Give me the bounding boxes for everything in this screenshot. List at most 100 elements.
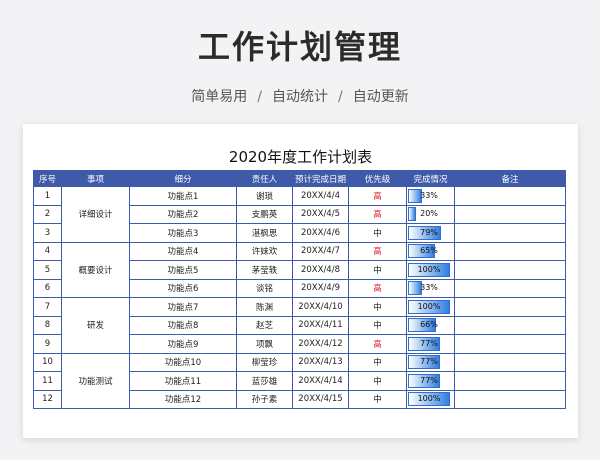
cell-date[interactable]: 20XX/4/9 xyxy=(292,278,349,298)
cell-priority[interactable]: 高 xyxy=(348,204,407,224)
cell-no[interactable]: 4 xyxy=(33,241,62,261)
cell-detail[interactable]: 功能点8 xyxy=(129,315,237,335)
progress-bar: 100% xyxy=(408,262,450,277)
cell-owner[interactable]: 许妹欢 xyxy=(236,241,293,261)
cell-note[interactable] xyxy=(454,204,566,224)
cell-priority[interactable]: 中 xyxy=(348,371,407,391)
cell-note[interactable] xyxy=(454,186,566,206)
cell-no[interactable]: 6 xyxy=(33,278,62,298)
cell-priority[interactable]: 中 xyxy=(348,260,407,280)
cell-owner[interactable]: 项飘 xyxy=(236,334,293,354)
cell-note[interactable] xyxy=(454,278,566,298)
cell-no[interactable]: 7 xyxy=(33,297,62,317)
cell-no[interactable]: 3 xyxy=(33,223,62,243)
cell-owner[interactable]: 谢琐 xyxy=(236,186,293,206)
cell-progress[interactable]: 65% xyxy=(406,241,455,261)
cell-no[interactable]: 2 xyxy=(33,204,62,224)
cell-note[interactable] xyxy=(454,260,566,280)
cell-detail[interactable]: 功能点9 xyxy=(129,334,237,354)
cell-owner[interactable]: 茅莹轶 xyxy=(236,260,293,280)
cell-priority[interactable]: 高 xyxy=(348,241,407,261)
cell-priority[interactable]: 中 xyxy=(348,223,407,243)
cell-detail[interactable]: 功能点2 xyxy=(129,204,237,224)
cell-no[interactable]: 5 xyxy=(33,260,62,280)
cell-owner[interactable]: 孙子素 xyxy=(236,389,293,409)
col-header-note: 备注 xyxy=(454,170,566,187)
cell-note[interactable] xyxy=(454,241,566,261)
cell-note[interactable] xyxy=(454,389,566,409)
cell-item-group[interactable]: 概要设计 xyxy=(61,241,130,298)
cell-progress[interactable]: 100% xyxy=(406,297,455,317)
cell-progress[interactable]: 66% xyxy=(406,315,455,335)
col-header-progress: 完成情况 xyxy=(406,170,455,187)
cell-detail[interactable]: 功能点3 xyxy=(129,223,237,243)
cell-date[interactable]: 20XX/4/4 xyxy=(292,186,349,206)
cell-progress[interactable]: 79% xyxy=(406,223,455,243)
cell-owner[interactable]: 柳莹珍 xyxy=(236,352,293,372)
cell-progress[interactable]: 77% xyxy=(406,371,455,391)
cell-detail[interactable]: 功能点5 xyxy=(129,260,237,280)
cell-date[interactable]: 20XX/4/7 xyxy=(292,241,349,261)
cell-priority[interactable]: 中 xyxy=(348,389,407,409)
cell-note[interactable] xyxy=(454,223,566,243)
cell-no[interactable]: 10 xyxy=(33,352,62,372)
cell-progress[interactable]: 100% xyxy=(406,260,455,280)
progress-label: 20% xyxy=(420,209,438,219)
cell-date[interactable]: 20XX/4/13 xyxy=(292,352,349,372)
cell-no[interactable]: 8 xyxy=(33,315,62,335)
cell-item-group[interactable]: 功能测试 xyxy=(61,352,130,409)
cell-date[interactable]: 20XX/4/15 xyxy=(292,389,349,409)
cell-owner[interactable]: 陈渊 xyxy=(236,297,293,317)
cell-detail[interactable]: 功能点12 xyxy=(129,389,237,409)
cell-detail[interactable]: 功能点1 xyxy=(129,186,237,206)
cell-item-group[interactable]: 研发 xyxy=(61,297,130,354)
cell-detail[interactable]: 功能点11 xyxy=(129,371,237,391)
cell-no[interactable]: 9 xyxy=(33,334,62,354)
cell-detail[interactable]: 功能点7 xyxy=(129,297,237,317)
sheet-card: 2020年度工作计划表 序号 事项 细分 责任人 预计完成日期 优先级 完成情况… xyxy=(23,124,578,438)
cell-progress[interactable]: 33% xyxy=(406,186,455,206)
cell-note[interactable] xyxy=(454,315,566,335)
cell-owner[interactable]: 湛枫思 xyxy=(236,223,293,243)
cell-priority[interactable]: 高 xyxy=(348,278,407,298)
cell-owner[interactable]: 蓝莎雄 xyxy=(236,371,293,391)
tag-separator: / xyxy=(338,89,343,105)
cell-note[interactable] xyxy=(454,371,566,391)
tag-auto-update: 自动更新 xyxy=(352,89,409,105)
cell-note[interactable] xyxy=(454,334,566,354)
cell-date[interactable]: 20XX/4/6 xyxy=(292,223,349,243)
cell-no[interactable]: 12 xyxy=(33,389,62,409)
cell-priority[interactable]: 高 xyxy=(348,334,407,354)
cell-date[interactable]: 20XX/4/8 xyxy=(292,260,349,280)
cell-note[interactable] xyxy=(454,352,566,372)
cell-progress[interactable]: 20% xyxy=(406,204,455,224)
cell-no[interactable]: 1 xyxy=(33,186,62,206)
cell-detail[interactable]: 功能点4 xyxy=(129,241,237,261)
cell-date[interactable]: 20XX/4/5 xyxy=(292,204,349,224)
cell-item-group[interactable]: 详细设计 xyxy=(61,186,130,243)
cell-note[interactable] xyxy=(454,297,566,317)
cell-priority[interactable]: 中 xyxy=(348,352,407,372)
cell-owner[interactable]: 支鹏英 xyxy=(236,204,293,224)
cell-progress[interactable]: 33% xyxy=(406,278,455,298)
col-header-item: 事项 xyxy=(61,170,130,187)
cell-detail[interactable]: 功能点10 xyxy=(129,352,237,372)
cell-progress[interactable]: 77% xyxy=(406,334,455,354)
cell-date[interactable]: 20XX/4/10 xyxy=(292,297,349,317)
cell-owner[interactable]: 赵芝 xyxy=(236,315,293,335)
cell-priority[interactable]: 中 xyxy=(348,297,407,317)
cell-date[interactable]: 20XX/4/14 xyxy=(292,371,349,391)
table-row: 10 功能测试 功能点10 柳莹珍 20XX/4/13 中 77% xyxy=(33,352,566,409)
progress-bar: 77% xyxy=(408,336,450,351)
cell-detail[interactable]: 功能点6 xyxy=(129,278,237,298)
cell-priority[interactable]: 高 xyxy=(348,186,407,206)
cell-date[interactable]: 20XX/4/12 xyxy=(292,334,349,354)
progress-label: 100% xyxy=(417,394,441,404)
cell-progress[interactable]: 77% xyxy=(406,352,455,372)
cell-no[interactable]: 11 xyxy=(33,371,62,391)
col-header-detail: 细分 xyxy=(129,170,237,187)
cell-priority[interactable]: 中 xyxy=(348,315,407,335)
cell-date[interactable]: 20XX/4/11 xyxy=(292,315,349,335)
cell-progress[interactable]: 100% xyxy=(406,389,455,409)
cell-owner[interactable]: 谈铭 xyxy=(236,278,293,298)
